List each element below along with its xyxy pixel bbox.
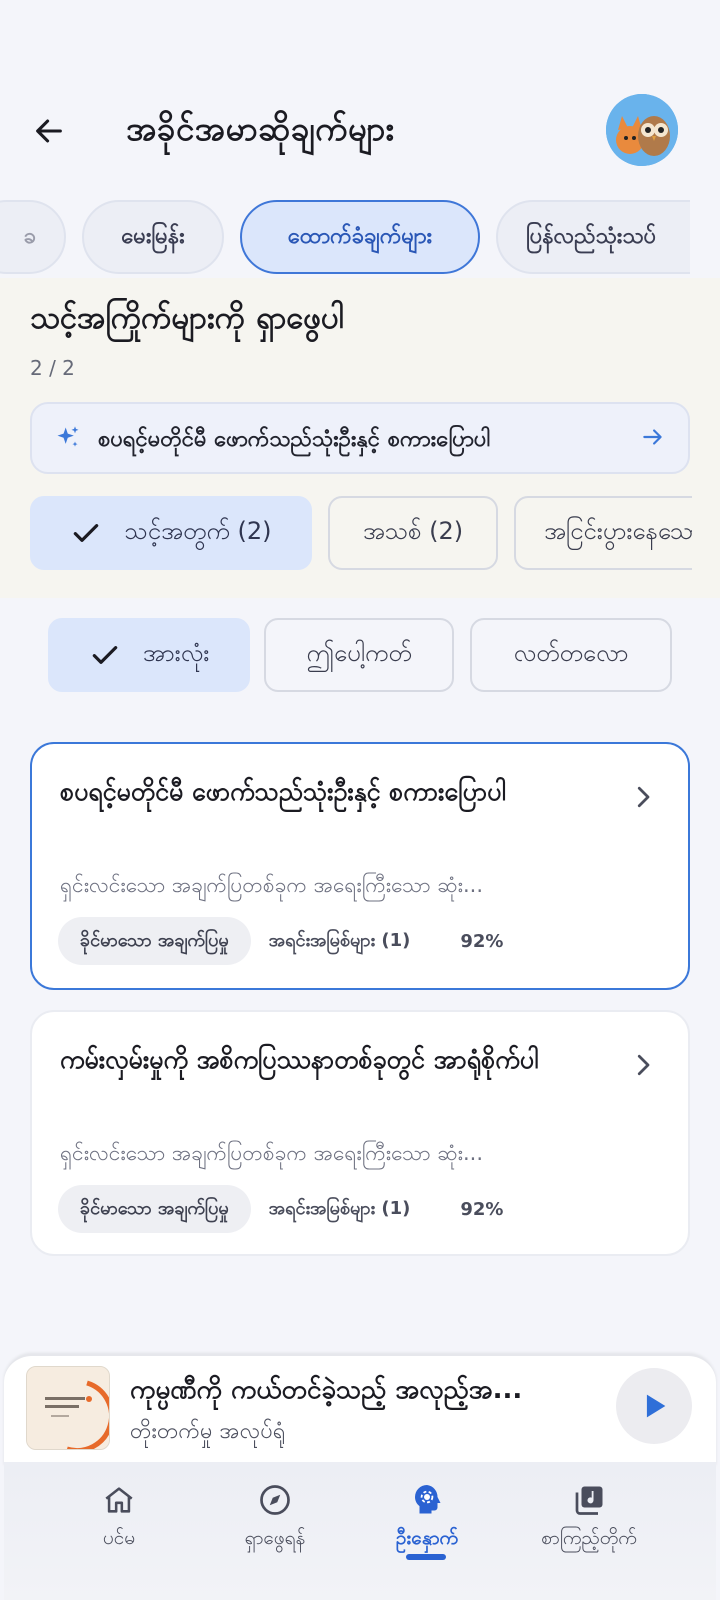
- filter-chips-primary: သင့်အတွက် (2) အသစ် (2) အငြင်းပွားနေသော: [0, 496, 692, 572]
- bottom-navigation: ပင်မ ရှာဖွေရန် ဦးနှောက် စာကြည့်တိုက်: [4, 1462, 716, 1600]
- brain-gear-icon: [342, 1478, 512, 1522]
- confidence-score: 92%: [460, 930, 504, 952]
- filter-this-podcast[interactable]: ဤပေါ့ကတ်: [264, 618, 454, 692]
- signal-badge: ခိုင်မာသော အချက်ပြမှု: [58, 1185, 251, 1233]
- nav-home[interactable]: ပင်မ: [34, 1478, 204, 1554]
- check-icon: [74, 524, 99, 542]
- section-title: သင့်အကြိုက်များကို ရှာဖွေပါ: [30, 300, 344, 336]
- filter-all[interactable]: အားလုံး: [48, 618, 250, 692]
- nav-brain[interactable]: ဦးနှောက်: [342, 1478, 512, 1554]
- card-title: စပရင့်မတိုင်မီ ဖောက်သည်သုံးဦးနှင့် စကားပ…: [60, 777, 506, 806]
- card-title: ကမ်းလှမ်းမှုကို အစိကပြဿနာတစ်ခုတွင် အာရုံ…: [60, 1045, 539, 1074]
- home-icon: [34, 1478, 204, 1522]
- sources-count: အရင်းအမြစ်များ (1): [268, 929, 411, 951]
- mini-player[interactable]: ကုမ္ပဏီကို ကယ်တင်ခဲ့သည့် အလုည့်အ... တိုး…: [4, 1354, 716, 1466]
- active-tab-indicator: [406, 1554, 446, 1560]
- claim-card[interactable]: စပရင့်မတိုင်မီ ဖောက်သည်သုံးဦးနှင့် စကားပ…: [30, 742, 690, 990]
- filter-disputed[interactable]: အငြင်းပွားနေသော: [514, 496, 692, 570]
- filter-for-you[interactable]: သင့်အတွက် (2): [30, 496, 312, 570]
- play-icon: [646, 1394, 666, 1418]
- check-icon: [92, 646, 117, 664]
- tab-review[interactable]: ပြန်လည်သုံးသပ်: [496, 200, 690, 274]
- nav-explore[interactable]: ရှာဖွေရန်: [190, 1478, 360, 1554]
- play-button[interactable]: [616, 1368, 692, 1444]
- episode-artwork: [26, 1366, 110, 1450]
- library-music-icon: [504, 1478, 674, 1522]
- avatar[interactable]: [606, 94, 678, 166]
- card-description: ရှင်းလင်းသော အချက်ပြတစ်ခုက အရေးကြီးသော ဆ…: [60, 873, 483, 897]
- card-description: ရှင်းလင်းသော အချက်ပြတစ်ခုက အရေးကြီးသော ဆ…: [60, 1141, 483, 1165]
- filter-recent[interactable]: လတ်တလော: [470, 618, 672, 692]
- tab-partial[interactable]: ခ: [0, 200, 66, 274]
- chevron-right-icon: [628, 1050, 658, 1084]
- nav-library[interactable]: စာကြည့်တိုက်: [504, 1478, 674, 1554]
- player-subtitle: တိုးတက်မှု အလုပ်ရုံ: [130, 1419, 286, 1444]
- page-title: အခိုင်အမာဆိုချက်များ: [126, 109, 395, 148]
- back-button[interactable]: [24, 106, 74, 156]
- chevron-right-icon: [628, 782, 658, 816]
- discover-section: သင့်အကြိုက်များကို ရှာဖွေပါ 2 / 2 စပရင့်…: [0, 278, 720, 598]
- compass-icon: [190, 1478, 360, 1522]
- sources-count: အရင်းအမြစ်များ (1): [268, 1197, 411, 1219]
- suggestion-bar[interactable]: စပရင့်မတိုင်မီ ဖောက်သည်သုံးဦးနှင့် စကားပ…: [30, 402, 690, 474]
- app-header: အခိုင်အမာဆိုချက်များ: [0, 88, 720, 168]
- player-title: ကုမ္ပဏီကို ကယ်တင်ခဲ့သည့် အလုည့်အ...: [130, 1375, 523, 1405]
- signal-badge: ခိုင်မာသော အချက်ပြမှု: [58, 917, 251, 965]
- confidence-score: 92%: [460, 1198, 504, 1220]
- arrow-left-icon: [36, 119, 62, 143]
- arrow-right-icon: [640, 424, 666, 454]
- filter-chips-secondary: အားလုံး ဤပေါ့ကတ် လတ်တလော: [0, 618, 720, 694]
- sparkle-icon: [54, 424, 82, 456]
- result-count: 2 / 2: [30, 356, 75, 380]
- filter-new[interactable]: အသစ် (2): [328, 496, 498, 570]
- tab-questions[interactable]: မေးမြန်း: [82, 200, 224, 274]
- tab-bar: ခ မေးမြန်း ထောက်ခံချက်များ ပြန်လည်သုံးသပ…: [0, 198, 690, 278]
- tab-endorsements[interactable]: ထောက်ခံချက်များ: [240, 200, 480, 274]
- card-meta: ခိုင်မာသော အချက်ပြမှု အရင်းအမြစ်များ (1)…: [58, 916, 503, 966]
- card-meta: ခိုင်မာသော အချက်ပြမှု အရင်းအမြစ်များ (1)…: [58, 1184, 503, 1234]
- suggestion-text: စပရင့်မတိုင်မီ ဖောက်သည်သုံးဦးနှင့် စကားပ…: [98, 427, 491, 452]
- claim-card[interactable]: ကမ်းလှမ်းမှုကို အစိကပြဿနာတစ်ခုတွင် အာရုံ…: [30, 1010, 690, 1256]
